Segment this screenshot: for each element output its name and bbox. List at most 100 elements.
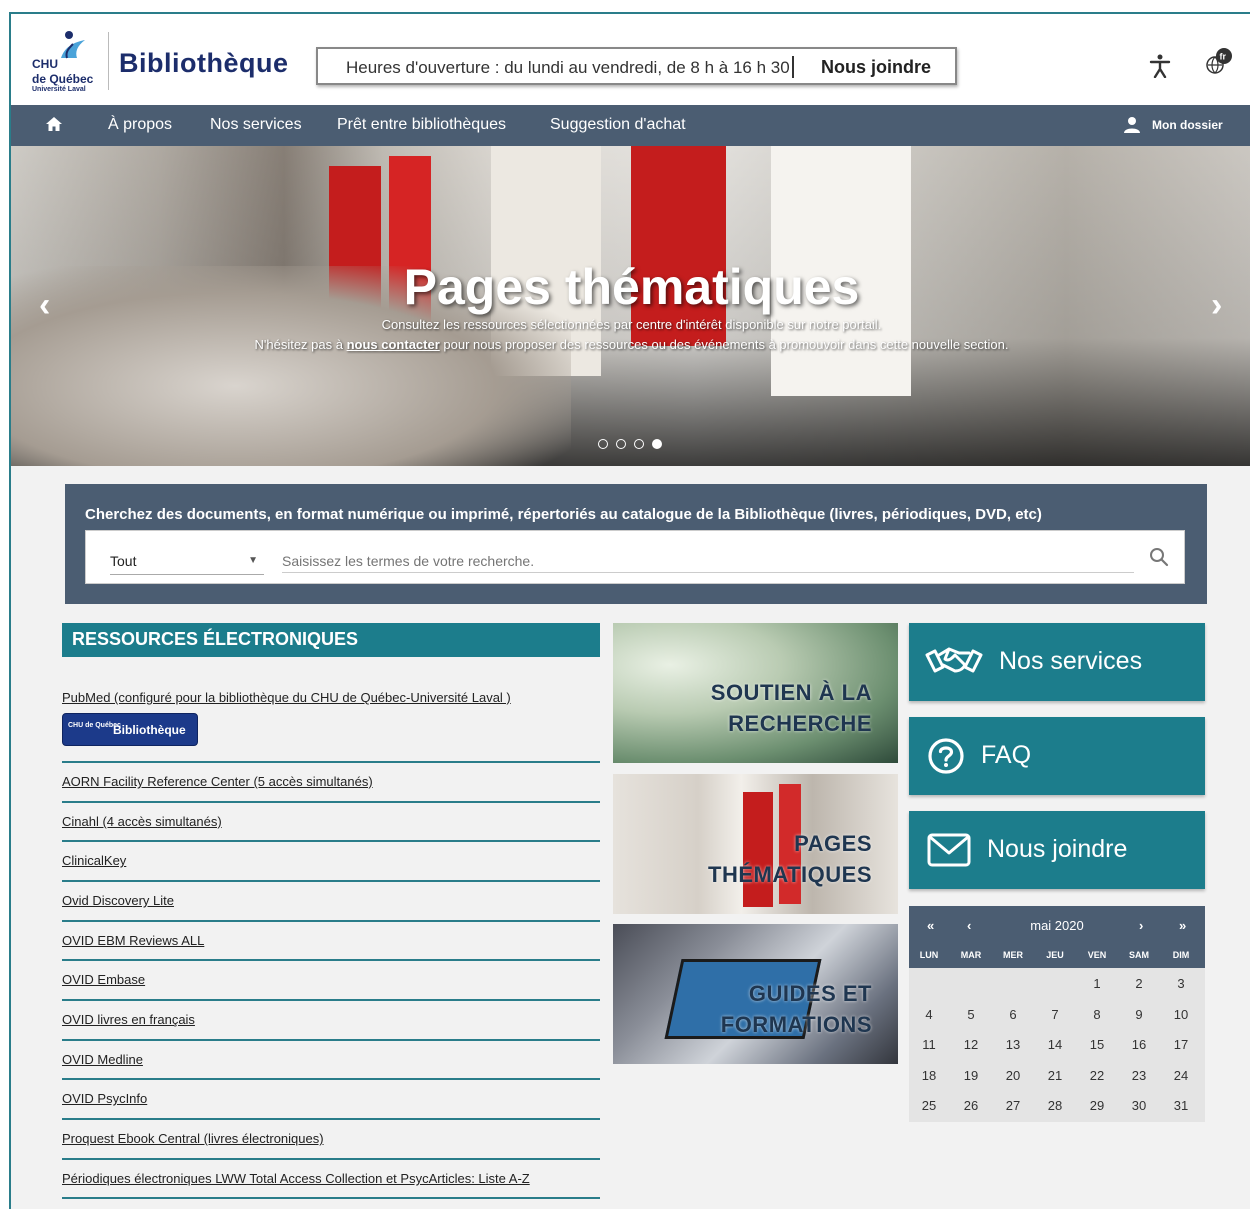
resource-item[interactable]: OVID PsycInfo xyxy=(62,1080,600,1120)
tile-guides-formations[interactable]: GUIDES ET FORMATIONS xyxy=(613,924,898,1064)
calendar-day[interactable]: 6 xyxy=(993,1007,1033,1022)
badge-text: Bibliothèque xyxy=(113,723,186,737)
calendar-day[interactable]: 25 xyxy=(909,1098,949,1113)
calendar-day[interactable]: 13 xyxy=(993,1037,1033,1052)
resource-link[interactable]: OVID Embase xyxy=(62,972,600,987)
my-account-link[interactable]: Mon dossier xyxy=(1152,118,1223,132)
nav-item-a-propos[interactable]: À propos xyxy=(108,116,172,134)
resource-link[interactable]: AORN Facility Reference Center (5 accès … xyxy=(62,774,600,789)
resource-item[interactable]: OVID EBM Reviews ALL xyxy=(62,922,600,961)
carousel-dot[interactable] xyxy=(598,439,608,449)
user-icon[interactable] xyxy=(1123,116,1141,139)
chu-logo[interactable]: CHU de Québec Université Laval xyxy=(29,30,99,100)
home-icon[interactable] xyxy=(45,116,63,137)
nav-item-suggestion[interactable]: Suggestion d'achat xyxy=(550,116,686,134)
resource-item[interactable]: OVID Embase xyxy=(62,961,600,1001)
opening-hours: Heures d'ouverture : du lundi au vendred… xyxy=(346,58,790,77)
calendar-day[interactable]: 10 xyxy=(1161,1007,1201,1022)
resource-link[interactable]: Proquest Ebook Central (livres électroni… xyxy=(62,1131,600,1146)
nos-services-button[interactable]: Nos services xyxy=(909,623,1205,701)
calendar-day[interactable]: 5 xyxy=(951,1007,991,1022)
nous-joindre-button[interactable]: Nous joindre xyxy=(909,811,1205,889)
hero-contact-link[interactable]: nous contacter xyxy=(347,337,440,352)
calendar-month: mai 2020 xyxy=(1030,918,1084,933)
calendar-day[interactable]: 31 xyxy=(1161,1098,1201,1113)
calendar-dow: LUN xyxy=(919,950,939,960)
resource-link[interactable]: OVID PsycInfo xyxy=(62,1091,600,1106)
resource-link[interactable]: ClinicalKey xyxy=(62,853,600,868)
site-title[interactable]: Bibliothèque xyxy=(119,48,289,79)
envelope-icon xyxy=(927,833,971,867)
calendar-day[interactable]: 27 xyxy=(993,1098,1033,1113)
calendar-day[interactable]: 16 xyxy=(1119,1037,1159,1052)
calendar-day[interactable]: 19 xyxy=(951,1068,991,1083)
resource-link[interactable]: Ovid Discovery Lite xyxy=(62,893,600,908)
resource-item[interactable]: OVID livres en français xyxy=(62,1001,600,1041)
resource-link[interactable]: Cinahl (4 accès simultanés) xyxy=(62,814,600,829)
carousel-dot-active[interactable] xyxy=(652,439,662,449)
carousel-dot[interactable] xyxy=(616,439,626,449)
search-icon[interactable] xyxy=(1149,547,1169,572)
main-nav: À propos Nos services Prêt entre bibliot… xyxy=(11,105,1250,146)
calendar-day[interactable]: 3 xyxy=(1161,976,1201,991)
calendar-day[interactable]: 20 xyxy=(993,1068,1033,1083)
page-frame: CHU de Québec Université Laval Bibliothè… xyxy=(9,12,1250,1209)
resource-link[interactable]: OVID EBM Reviews ALL xyxy=(62,933,600,948)
search-box: Tout ▼ xyxy=(85,530,1185,584)
calendar-header: « ‹ mai 2020 › » LUN MAR MER JEU VEN SAM… xyxy=(909,906,1205,968)
nav-item-pret[interactable]: Prêt entre bibliothèques xyxy=(337,116,506,134)
resource-item[interactable]: PubMed (configuré pour la bibliothèque d… xyxy=(62,674,600,763)
calendar-day[interactable]: 30 xyxy=(1119,1098,1159,1113)
calendar-day[interactable]: 7 xyxy=(1035,1007,1075,1022)
search-scope-select[interactable]: Tout ▼ xyxy=(110,553,264,575)
resource-item[interactable]: Périodiques électroniques LWW Total Acce… xyxy=(62,1160,600,1199)
carousel-dot[interactable] xyxy=(634,439,644,449)
bibliotheque-badge[interactable]: CHU de Québec Bibliothèque xyxy=(62,713,198,746)
resource-item[interactable]: Proquest Ebook Central (livres électroni… xyxy=(62,1120,600,1160)
calendar-day[interactable]: 9 xyxy=(1119,1007,1159,1022)
calendar-day[interactable]: 15 xyxy=(1077,1037,1117,1052)
calendar-day[interactable]: 4 xyxy=(909,1007,949,1022)
calendar-day[interactable]: 14 xyxy=(1035,1037,1075,1052)
tile-soutien-recherche[interactable]: SOUTIEN À LA RECHERCHE xyxy=(613,623,898,763)
calendar-day[interactable]: 17 xyxy=(1161,1037,1201,1052)
calendar-day[interactable]: 12 xyxy=(951,1037,991,1052)
calendar-day[interactable]: 23 xyxy=(1119,1068,1159,1083)
calendar-day[interactable]: 8 xyxy=(1077,1007,1117,1022)
chevron-down-icon: ▼ xyxy=(248,555,258,566)
calendar-day[interactable]: 11 xyxy=(909,1037,949,1052)
contact-link[interactable]: Nous joindre xyxy=(821,57,931,78)
resource-item[interactable]: AORN Facility Reference Center (5 accès … xyxy=(62,763,600,803)
hero-decor-binder xyxy=(631,146,726,346)
next-month-icon[interactable]: › xyxy=(1139,918,1143,933)
calendar-day[interactable]: 24 xyxy=(1161,1068,1201,1083)
resource-item[interactable]: Ovid Discovery Lite xyxy=(62,882,600,922)
resource-item[interactable]: Cinahl (4 accès simultanés) xyxy=(62,803,600,842)
hero-carousel: ‹ › Pages thématiques Consultez les ress… xyxy=(11,146,1250,466)
resource-link[interactable]: PubMed (configuré pour la bibliothèque d… xyxy=(62,690,600,705)
resource-link[interactable]: OVID livres en français xyxy=(62,1012,600,1027)
language-fr-icon[interactable]: fr xyxy=(1205,46,1235,81)
calendar-day[interactable]: 26 xyxy=(951,1098,991,1113)
calendar-day[interactable]: 29 xyxy=(1077,1098,1117,1113)
accessibility-icon[interactable] xyxy=(1149,54,1171,83)
calendar-day[interactable]: 18 xyxy=(909,1068,949,1083)
resource-item[interactable]: OVID Medline xyxy=(62,1041,600,1080)
nav-item-nos-services[interactable]: Nos services xyxy=(210,116,302,134)
calendar-day[interactable]: 28 xyxy=(1035,1098,1075,1113)
logo-divider xyxy=(108,32,109,90)
next-year-icon[interactable]: » xyxy=(1179,918,1186,933)
resource-link[interactable]: OVID Medline xyxy=(62,1052,600,1067)
calendar-day[interactable]: 22 xyxy=(1077,1068,1117,1083)
faq-label: FAQ xyxy=(981,741,1032,769)
calendar-day[interactable]: 2 xyxy=(1119,976,1159,991)
resource-item[interactable]: ClinicalKey xyxy=(62,842,600,882)
calendar-dow: SAM xyxy=(1129,950,1149,960)
faq-button[interactable]: FAQ xyxy=(909,717,1205,795)
resource-link[interactable]: Périodiques électroniques LWW Total Acce… xyxy=(62,1171,600,1186)
calendar-day[interactable]: 1 xyxy=(1077,976,1117,991)
logo-figure-icon xyxy=(61,31,85,59)
calendar-day[interactable]: 21 xyxy=(1035,1068,1075,1083)
search-input[interactable] xyxy=(282,549,1134,573)
tile-pages-thematiques[interactable]: PAGES THÉMATIQUES xyxy=(613,774,898,914)
